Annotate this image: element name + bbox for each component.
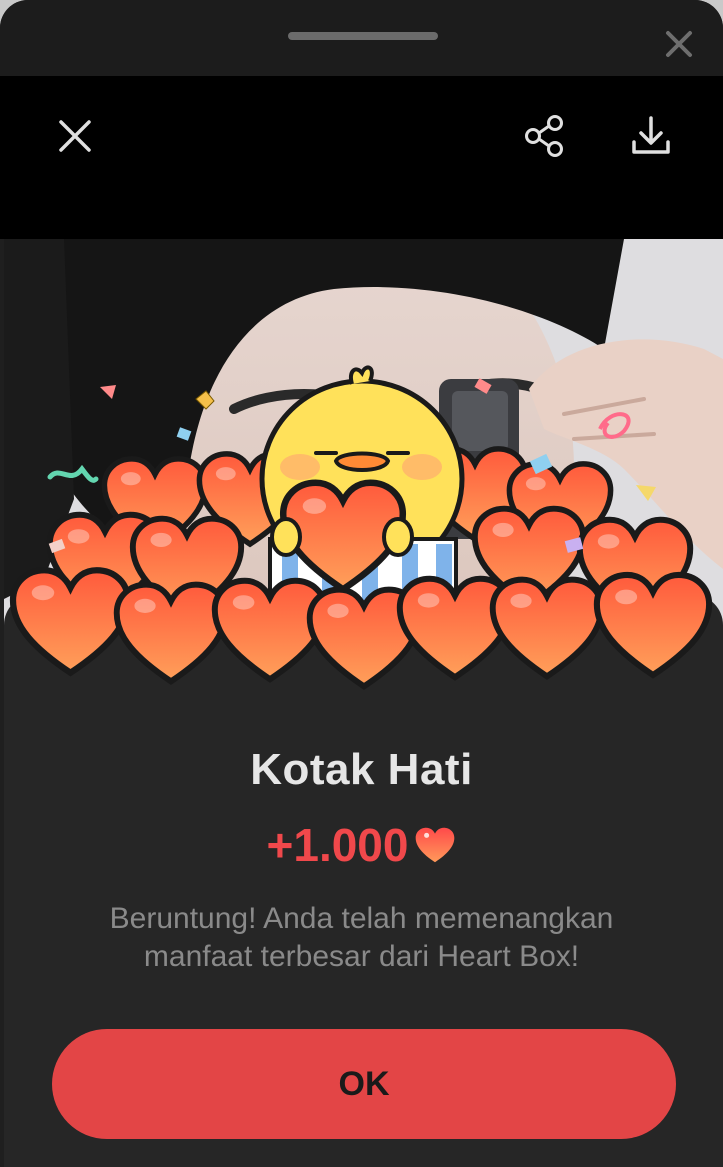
- sheet-header: [0, 0, 723, 76]
- download-button[interactable]: [623, 108, 679, 164]
- reward-amount: +1.000: [266, 819, 409, 871]
- share-button[interactable]: [517, 108, 573, 164]
- reward-message: Beruntung! Anda telah memenangkan manfaa…: [109, 902, 614, 973]
- heart-box-illustration: [0, 239, 723, 709]
- drag-handle[interactable]: [288, 32, 438, 40]
- reward-amount-row: +1.000: [0, 818, 723, 872]
- viewer-close-button[interactable]: [47, 108, 103, 164]
- reward-title: Kotak Hati: [250, 745, 473, 794]
- ok-button[interactable]: OK: [52, 1029, 676, 1139]
- close-icon: [666, 31, 692, 57]
- bottom-sheet: Kotak Hati +1.000 Beruntung! Anda telah …: [0, 0, 723, 1167]
- share-icon: [525, 115, 563, 157]
- viewer-toolbar: [0, 76, 723, 239]
- heart-icon: [416, 827, 455, 863]
- close-icon: [59, 120, 91, 152]
- download-icon: [632, 116, 670, 154]
- sheet-close-button[interactable]: [659, 24, 699, 64]
